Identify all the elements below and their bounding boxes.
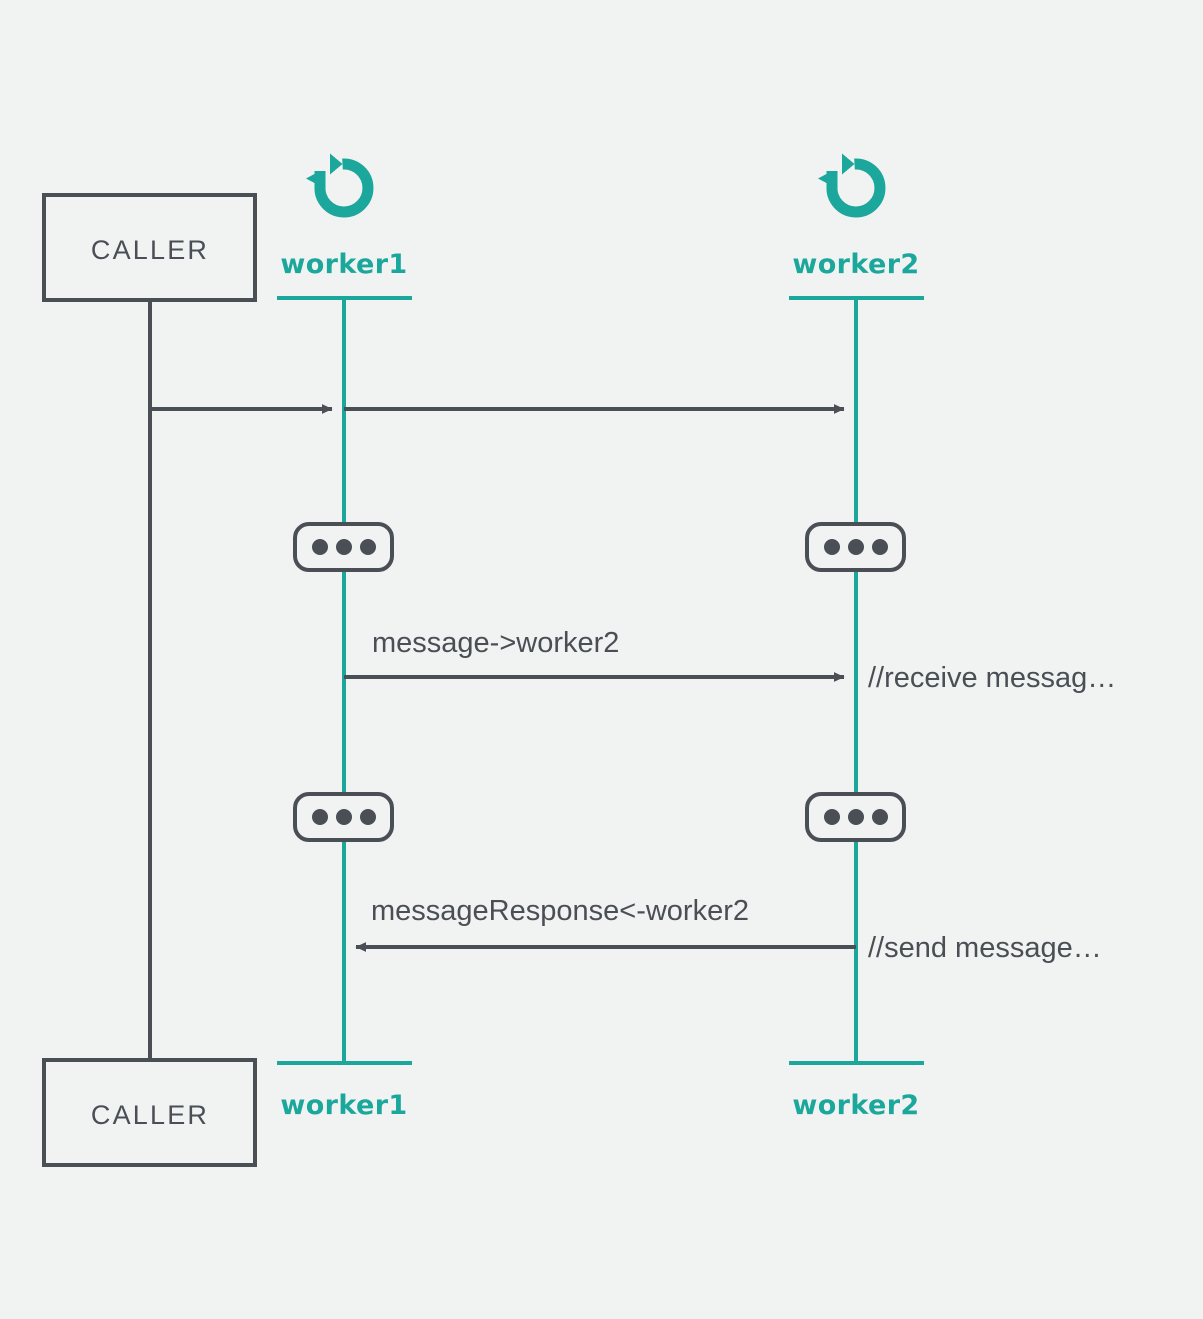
- participant-worker1-header[interactable]: worker1: [277, 153, 412, 300]
- actor-caller-bottom[interactable]: CALLER: [42, 1058, 257, 1167]
- lifelines-group: [148, 299, 858, 1064]
- rotate-ccw-icon: [306, 153, 374, 218]
- message-worker1-to-worker2[interactable]: message->worker2: [344, 627, 845, 682]
- note-receive-label: //receive messag…: [868, 662, 1116, 694]
- message-worker2-to-worker1-label: messageResponse<-worker2: [371, 895, 749, 927]
- note-send: //send message…: [868, 932, 1102, 964]
- message-worker1-to-worker2-label: message->worker2: [372, 627, 619, 659]
- note-send-label: //send message…: [868, 932, 1102, 964]
- activation-dot: [848, 539, 864, 555]
- activation-dot: [848, 809, 864, 825]
- actor-caller-top[interactable]: CALLER: [42, 193, 257, 302]
- participant-worker2-bottom-label: worker2: [792, 1090, 919, 1121]
- activation-dot: [872, 809, 888, 825]
- activation-w2-1[interactable]: [805, 522, 906, 572]
- actor-caller-bottom-label: CALLER: [91, 1100, 209, 1130]
- participant-worker1-bottom-label: worker1: [280, 1090, 407, 1121]
- activation-dot: [824, 539, 840, 555]
- activation-dot: [336, 539, 352, 555]
- rotate-ccw-icon: [818, 153, 886, 218]
- actor-caller-top-label: CALLER: [91, 235, 209, 265]
- activation-dot: [336, 809, 352, 825]
- activation-dot: [360, 539, 376, 555]
- note-receive: //receive messag…: [868, 662, 1116, 694]
- activation-w2-2[interactable]: [805, 792, 906, 842]
- activation-dot: [360, 809, 376, 825]
- diagram-svg: CALLER worker1 worker2 message->worker2 …: [42, 153, 1116, 1167]
- activation-dot: [312, 809, 328, 825]
- participant-worker2-header[interactable]: worker2: [789, 153, 924, 300]
- activation-dot: [872, 539, 888, 555]
- message-worker2-to-worker1[interactable]: messageResponse<-worker2: [355, 895, 856, 952]
- activation-w1-1[interactable]: [293, 522, 394, 572]
- activation-w1-2[interactable]: [293, 792, 394, 842]
- participant-worker2-footer[interactable]: worker2: [789, 1061, 924, 1121]
- activation-dot: [312, 539, 328, 555]
- activation-dot: [824, 809, 840, 825]
- participant-worker2-top-label: worker2: [792, 249, 919, 280]
- participant-worker1-top-label: worker1: [280, 249, 407, 280]
- sequence-diagram-canvas: CALLER worker1 worker2 message->worker2 …: [0, 0, 1203, 1319]
- participant-worker1-footer[interactable]: worker1: [277, 1061, 412, 1121]
